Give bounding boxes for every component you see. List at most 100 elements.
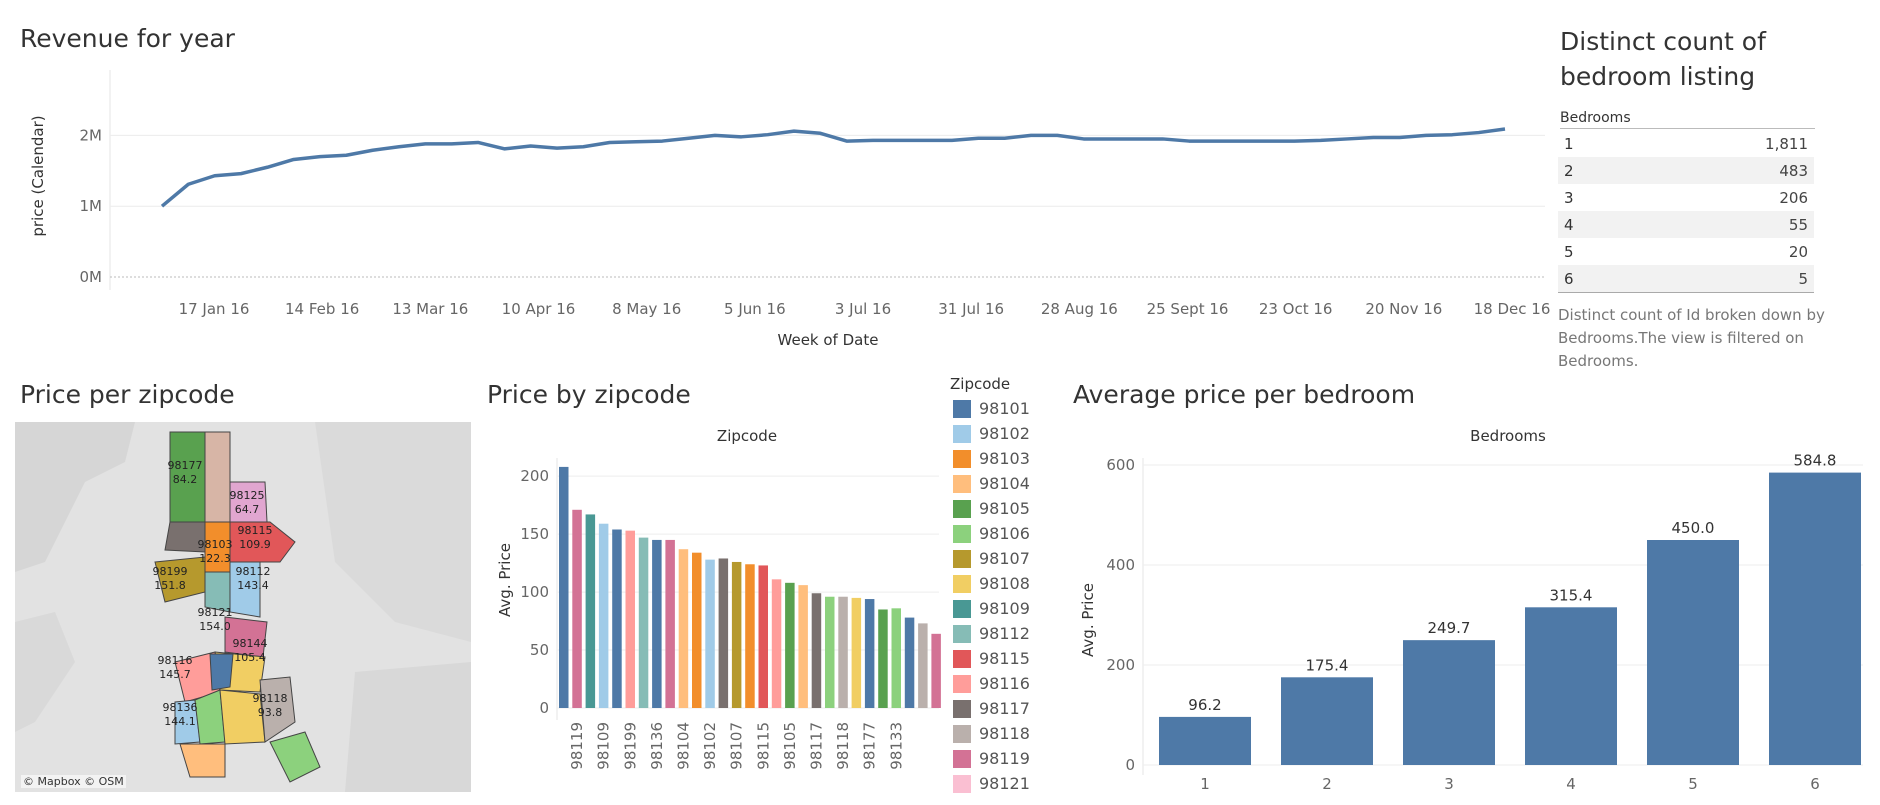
bed-y-label: Avg. Price [1079, 583, 1097, 657]
legend-item[interactable]: 98118 [953, 723, 1058, 745]
bedroom-table-row[interactable]: 4 55 [1558, 211, 1814, 238]
zip-bar[interactable] [585, 514, 596, 708]
legend-item[interactable]: 98101 [953, 398, 1058, 420]
zip-bar[interactable] [692, 552, 702, 708]
zip-y-tick: 50 [530, 641, 549, 659]
zip-bar[interactable] [811, 593, 822, 708]
bedroom-table-row[interactable]: 2 483 [1558, 157, 1814, 184]
legend-item[interactable]: 98109 [953, 598, 1058, 620]
zip-bar[interactable] [758, 565, 769, 708]
bed-bar[interactable] [1647, 540, 1739, 765]
legend-item[interactable]: 98115 [953, 648, 1058, 670]
bedroom-table-row[interactable]: 3 206 [1558, 184, 1814, 211]
bedroom-table-header: Bedrooms [1560, 110, 1815, 129]
bedroom-count-key: 3 [1564, 188, 1574, 207]
zip-bar[interactable] [678, 549, 689, 708]
legend-item[interactable]: 98121 [953, 773, 1058, 795]
bed-bar-label: 249.7 [1428, 619, 1471, 637]
legend-item[interactable]: 98106 [953, 523, 1058, 545]
bedroom-table-row[interactable]: 65 [1558, 265, 1814, 293]
zip-bar[interactable] [864, 599, 875, 708]
legend-item[interactable]: 98102 [953, 423, 1058, 445]
zip-bar[interactable] [625, 530, 636, 708]
legend-label: 98117 [979, 699, 1030, 718]
rev-y-tick: 0M [80, 268, 103, 286]
rev-x-tick: 17 Jan 16 [179, 300, 250, 318]
map-zip-label[interactable]: 98199 151.8 [150, 565, 190, 593]
map-zip-code: 98177 [167, 459, 203, 472]
legend-item[interactable]: 98117 [953, 698, 1058, 720]
zipcode-map[interactable]: 98177 84.2 98125 64.7 98115 109.9 98103 122.3 98… [15, 422, 471, 792]
bed-bar[interactable] [1769, 472, 1861, 765]
legend-item[interactable]: 98105 [953, 498, 1058, 520]
zip-y-tick: 200 [520, 467, 549, 485]
zip-bar[interactable] [705, 559, 715, 708]
zipcode-legend[interactable]: 98101 98102 98103 98104 98105 98106 98107 98108… [953, 398, 1063, 798]
legend-item[interactable]: 98107 [953, 548, 1058, 570]
bedroom-chart: Bedrooms 0 200 400 600 Avg. Price 96.2 1 175.4 2 2… [1079, 427, 1863, 793]
map-zip-label[interactable]: 98118 93.8 [250, 692, 290, 720]
rev-x-tick: 31 Jul 16 [938, 300, 1004, 318]
zip-x-label: Zipcode [717, 427, 777, 445]
map-zip-label[interactable]: 98177 84.2 [165, 459, 205, 487]
legend-item[interactable]: 98119 [953, 748, 1058, 770]
rev-x-tick: 25 Sept 16 [1147, 300, 1229, 318]
bed-x-tick: 3 [1444, 775, 1454, 793]
legend-swatch [953, 475, 971, 493]
legend-item[interactable]: 98112 [953, 623, 1058, 645]
rev-y-tick: 1M [80, 197, 103, 215]
zip-bar[interactable] [851, 597, 862, 708]
zip-bar[interactable] [785, 582, 795, 708]
bedroom-table: 1 1,811 2 483 3 206 4 55 5 20 6 5 [1558, 130, 1814, 293]
zip-bar[interactable] [931, 633, 941, 708]
legend-swatch [953, 750, 971, 768]
zip-bar[interactable] [891, 608, 902, 708]
zip-bar[interactable] [559, 466, 569, 708]
zip-bar[interactable] [904, 617, 915, 708]
zip-bar[interactable] [878, 609, 888, 708]
zip-x-tick: 98104 [674, 722, 692, 770]
bed-bar[interactable] [1403, 640, 1495, 765]
zip-bar[interactable] [745, 564, 755, 708]
map-zip-code: 98121 [197, 606, 233, 619]
map-zip-label[interactable]: 98125 64.7 [227, 489, 267, 517]
map-zip-label[interactable]: 98115 109.9 [235, 524, 275, 552]
bedroom-table-row[interactable]: 1 1,811 [1558, 130, 1814, 157]
zip-bar[interactable] [572, 509, 582, 708]
zip-bar[interactable] [798, 585, 808, 708]
zip-bar[interactable] [771, 579, 782, 708]
map-zip-value: 154.0 [199, 620, 231, 633]
map-zip-label[interactable]: 98121 154.0 [195, 606, 235, 634]
zip-bar[interactable] [638, 537, 649, 708]
zip-bar[interactable] [652, 539, 662, 708]
zip-bar[interactable] [838, 596, 848, 708]
legend-item[interactable]: 98116 [953, 673, 1058, 695]
zip-bar[interactable] [731, 561, 742, 708]
legend-item[interactable]: 98108 [953, 573, 1058, 595]
zip-bar[interactable] [598, 523, 609, 708]
zip-bar[interactable] [825, 596, 835, 708]
bedroom-table-row[interactable]: 5 20 [1558, 238, 1814, 265]
map-attribution[interactable]: © Mapbox © OSM [21, 775, 126, 788]
rev-line[interactable] [160, 127, 1506, 208]
legend-item[interactable]: 98104 [953, 473, 1058, 495]
legend-item[interactable]: 98103 [953, 448, 1058, 470]
map-zip-value: 145.7 [159, 668, 191, 681]
map-zip-label[interactable]: 98116 145.7 [155, 654, 195, 682]
zip-bar[interactable] [612, 529, 622, 709]
map-zip-label[interactable]: 98136 144.1 [160, 701, 200, 729]
zip-bar[interactable] [918, 623, 928, 708]
zip-bar[interactable] [718, 558, 729, 708]
legend-label: 98108 [979, 574, 1030, 593]
bed-bar[interactable] [1525, 607, 1617, 765]
bed-bar[interactable] [1281, 677, 1373, 765]
legend-swatch [953, 775, 971, 793]
bed-bar-label: 450.0 [1672, 519, 1715, 537]
map-zip-label[interactable]: 98112 143.4 [233, 565, 273, 593]
bedroom-chart-title: Average price per bedroom [1073, 380, 1416, 409]
map-zip-label[interactable]: 98144 105.4 [230, 637, 270, 665]
zip-bar[interactable] [665, 539, 675, 708]
bed-bar[interactable] [1159, 716, 1251, 765]
map-zip-code: 98125 [229, 489, 265, 502]
map-zip-label[interactable]: 98103 122.3 [195, 538, 235, 566]
